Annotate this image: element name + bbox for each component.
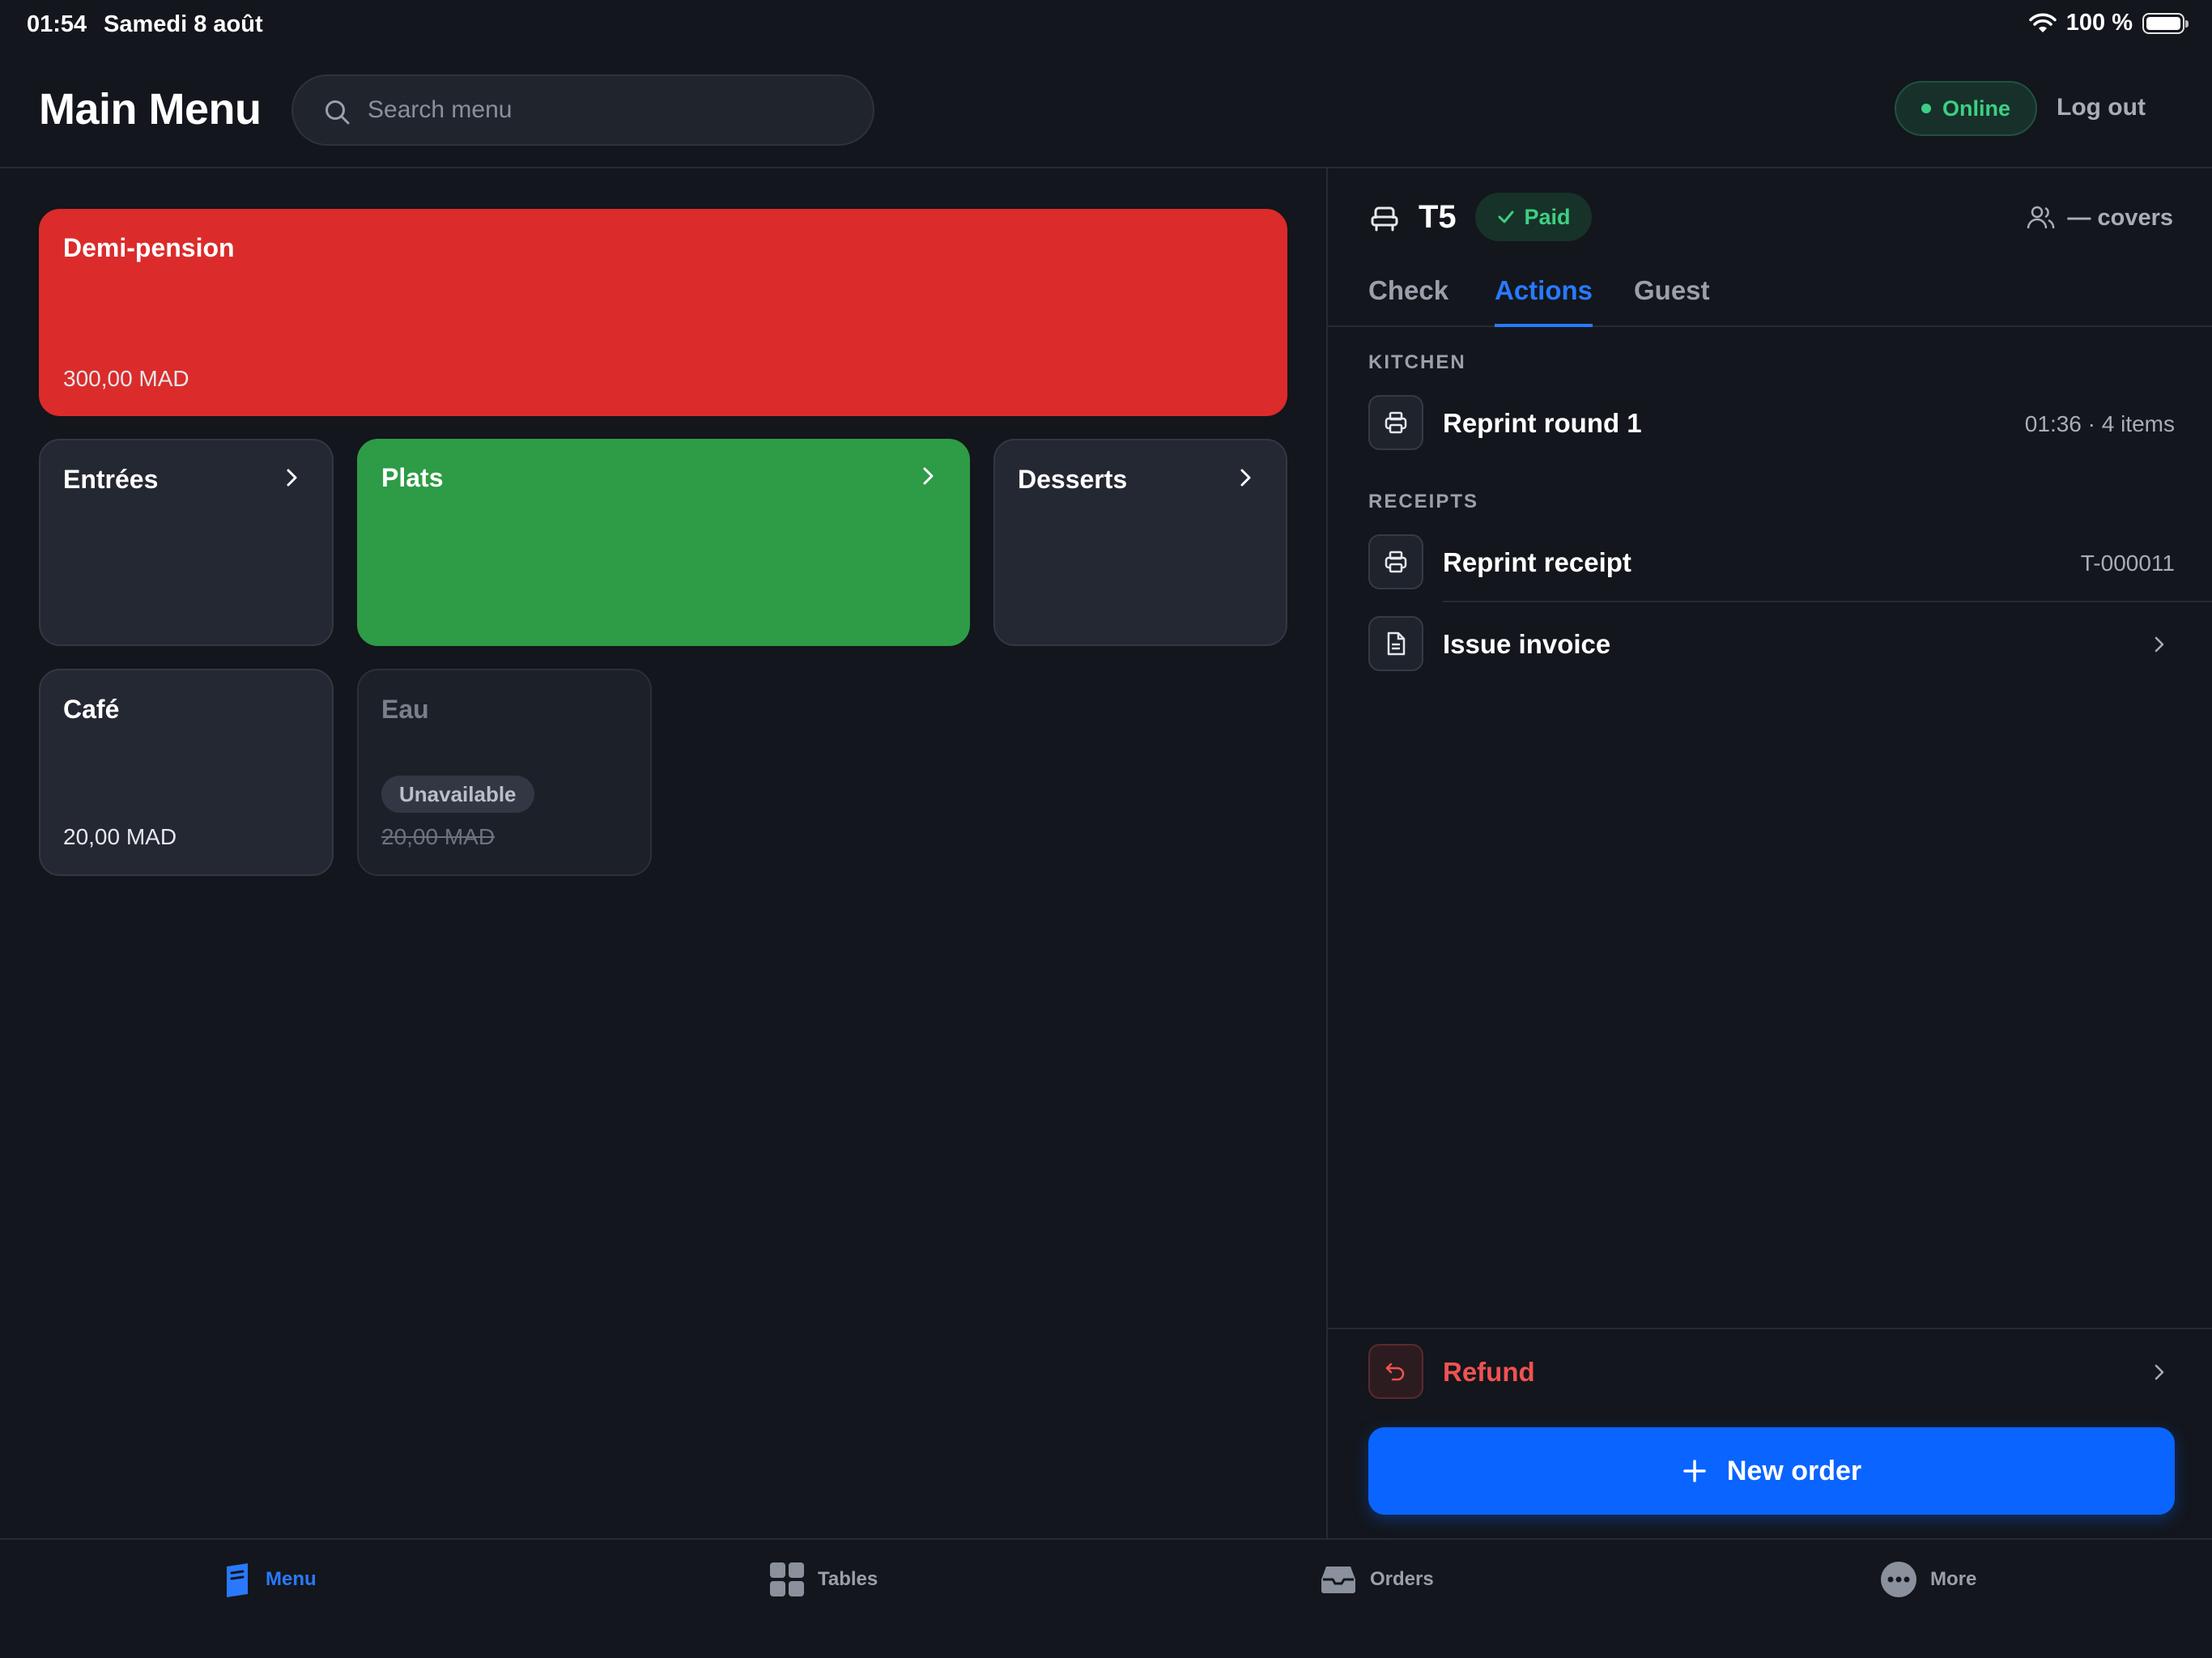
paid-badge: Paid: [1475, 193, 1592, 241]
chevron-right-icon: [923, 467, 934, 485]
menu-item-price: 20,00 MAD: [63, 824, 177, 849]
header: Main Menu Online Log out: [0, 52, 2212, 168]
section-label-kitchen: KITCHEN: [1368, 351, 1466, 373]
menu-item-name: Café: [63, 695, 120, 724]
menu-item-demi-pension[interactable]: Demi-pension 300,00 MAD: [39, 209, 1287, 416]
battery-percent: 100 %: [2065, 10, 2133, 36]
status-right: 100 %: [2029, 10, 2189, 36]
menu-item-price: 300,00 MAD: [63, 366, 189, 391]
divider: [1443, 601, 2212, 602]
chevron-right-icon: [1240, 469, 1251, 487]
printer-icon: [1368, 534, 1423, 589]
refund-row[interactable]: Refund: [1368, 1342, 2175, 1401]
wifi-icon: [2029, 13, 2057, 32]
search-input[interactable]: [368, 76, 853, 144]
category-name: Plats: [381, 463, 444, 492]
nav-label: Orders: [1370, 1568, 1434, 1590]
menu-book-icon: [227, 1563, 248, 1597]
order-panel: T5 Paid — covers Check Actions Guest KIT…: [1326, 168, 2212, 1538]
logout-button[interactable]: Log out: [2057, 94, 2146, 121]
menu-item-name: Demi-pension: [63, 233, 235, 262]
printer-icon: [1368, 395, 1423, 450]
nav-item-tables[interactable]: Tables: [769, 1559, 878, 1600]
reprint-round-label: Reprint round 1: [1443, 408, 1642, 438]
section-label-receipts: RECEIPTS: [1368, 491, 1479, 512]
issue-invoice-label: Issue invoice: [1443, 629, 1611, 659]
category-desserts[interactable]: Desserts: [993, 439, 1287, 646]
category-plats[interactable]: Plats: [357, 439, 970, 646]
covers-button[interactable]: — covers: [2027, 204, 2173, 232]
nav-item-more[interactable]: More: [1880, 1559, 1976, 1600]
online-status-badge: Online: [1895, 81, 2037, 136]
search-icon: [325, 100, 350, 125]
menu-item-name: Eau: [381, 695, 429, 724]
document-icon: [1368, 616, 1423, 671]
inbox-icon: [1321, 1567, 1355, 1593]
menu-item-cafe[interactable]: Café 20,00 MAD: [39, 669, 334, 876]
unavailable-badge: Unavailable: [381, 776, 534, 813]
tab-guest[interactable]: Guest: [1634, 275, 1710, 327]
undo-icon: [1368, 1344, 1423, 1399]
new-order-button[interactable]: New order: [1368, 1427, 2175, 1515]
reprint-round-row[interactable]: Reprint round 1 01:36 · 4 items: [1368, 393, 2175, 452]
users-icon: [2027, 206, 2055, 229]
status-dot-icon: [1921, 104, 1931, 113]
refund-label: Refund: [1443, 1357, 1535, 1387]
nav-label: Menu: [266, 1568, 317, 1590]
table-name: T5: [1419, 199, 1457, 235]
battery-icon: [2142, 12, 2189, 34]
online-status-label: Online: [1942, 96, 2010, 121]
plus-icon: [1683, 1460, 1706, 1482]
status-date: Samedi 8 août: [104, 11, 263, 37]
search-bar[interactable]: [291, 74, 874, 146]
category-entrees[interactable]: Entrées: [39, 439, 334, 646]
table-seat-icon: [1371, 206, 1398, 232]
tab-actions[interactable]: Actions: [1495, 275, 1593, 327]
category-name: Desserts: [1018, 465, 1128, 494]
reprint-receipt-row[interactable]: Reprint receipt T-000011: [1368, 533, 2175, 591]
chevron-right-icon: [287, 469, 297, 487]
issue-invoice-row[interactable]: Issue invoice: [1368, 614, 2175, 673]
check-icon: [1498, 210, 1514, 223]
app-root: 01:54 Samedi 8 août 100 % Main Menu Onli…: [0, 0, 2212, 1658]
reprint-round-meta: 01:36 · 4 items: [2024, 411, 2175, 436]
new-order-label: New order: [1726, 1455, 1862, 1486]
panel-tabs: Check Actions Guest: [1328, 266, 2212, 327]
covers-label: — covers: [2067, 204, 2173, 231]
more-icon: [1881, 1562, 1916, 1597]
status-time: 01:54: [27, 11, 87, 37]
panel-footer-divider: [1328, 1328, 2212, 1329]
tab-check[interactable]: Check: [1368, 275, 1448, 327]
bottom-nav: Menu Tables Orders More: [0, 1538, 2212, 1658]
menu-item-price-struck: 20,00 MAD: [381, 824, 496, 849]
nav-label: Tables: [818, 1568, 878, 1590]
category-name: Entrées: [63, 465, 159, 494]
page-title: Main Menu: [39, 85, 262, 134]
paid-label: Paid: [1524, 204, 1571, 229]
menu-item-eau[interactable]: Eau Unavailable 20,00 MAD: [357, 669, 652, 876]
nav-item-menu[interactable]: Menu: [223, 1559, 317, 1600]
receipt-number: T-000011: [2080, 551, 2175, 576]
status-bar: 01:54 Samedi 8 août 100 %: [0, 0, 2212, 52]
chevron-right-icon: [2155, 1364, 2164, 1380]
chevron-right-icon: [2155, 636, 2164, 653]
nav-item-orders[interactable]: Orders: [1320, 1559, 1434, 1600]
nav-label: More: [1930, 1568, 1977, 1590]
reprint-receipt-label: Reprint receipt: [1443, 547, 1631, 577]
grid-icon: [770, 1562, 804, 1596]
